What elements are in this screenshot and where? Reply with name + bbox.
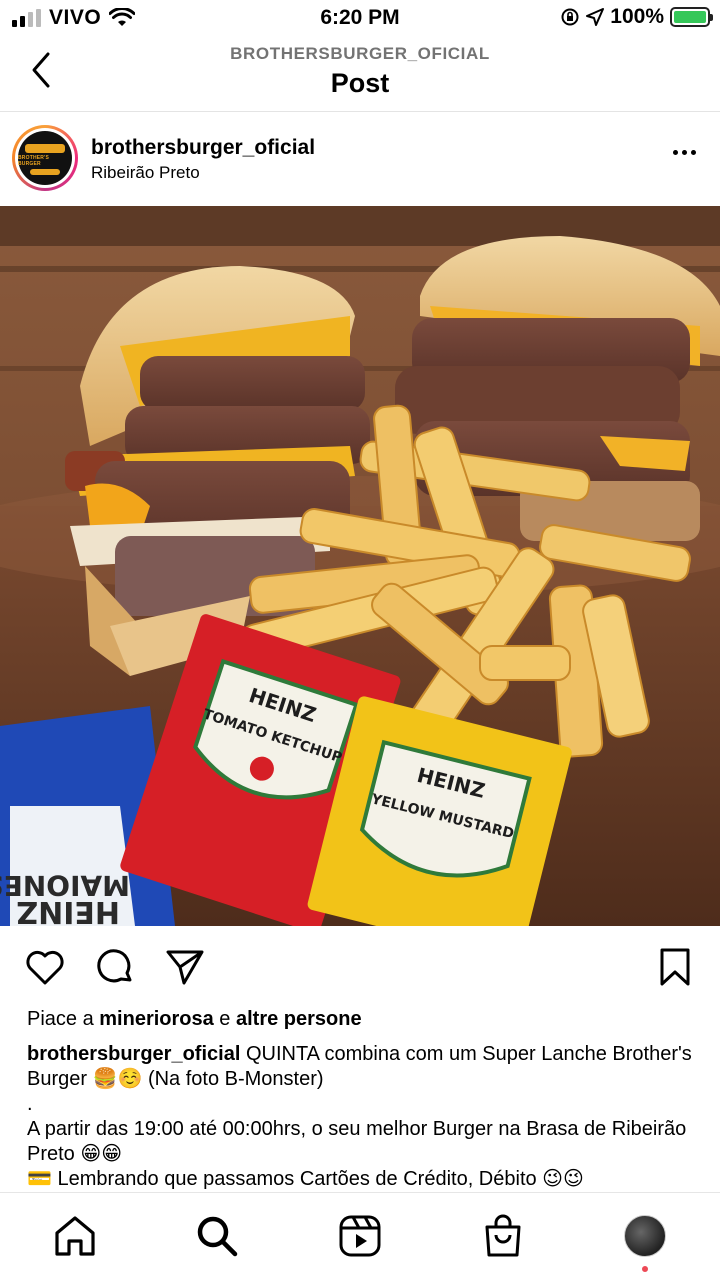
more-options-icon[interactable]: [673, 150, 696, 155]
post-caption: brothersburger_oficial QUINTA combina co…: [27, 1042, 699, 1192]
status-bar: VIVO 6:20 PM 100%: [0, 0, 720, 36]
post-header-bar: BROTHERSBURGER_OFICIAL Post: [0, 36, 720, 112]
caption-line-3: A partir das 19:00 até 00:00hrs, o seu m…: [27, 1118, 687, 1165]
caption-line-1: brothersburger_oficial QUINTA combina co…: [27, 1042, 699, 1092]
notification-dot: [642, 1266, 648, 1272]
share-send-icon[interactable]: [164, 946, 206, 988]
mayo-brand: HEINZ: [16, 894, 120, 926]
bottom-navigation: [0, 1192, 720, 1280]
comment-icon[interactable]: [94, 946, 136, 988]
caption-line-2: .: [27, 1093, 33, 1115]
likes-middle: e: [213, 1008, 236, 1030]
like-heart-icon[interactable]: [24, 946, 66, 988]
avatar[interactable]: BROTHER'S BURGER: [12, 125, 78, 191]
home-icon[interactable]: [52, 1213, 98, 1259]
caption-line-4: 💳 Lembrando que passamos Cartões de Créd…: [27, 1168, 584, 1190]
page-title: Post: [330, 68, 390, 98]
post-location[interactable]: Ribeirão Preto: [91, 163, 200, 183]
brand-logo: BROTHER'S BURGER: [18, 131, 72, 185]
header-account: BROTHERSBURGER_OFICIAL: [230, 44, 490, 63]
likes-user[interactable]: mineriorosa: [99, 1008, 213, 1030]
save-bookmark-icon[interactable]: [654, 946, 696, 988]
shop-icon[interactable]: [480, 1213, 526, 1259]
post-photo[interactable]: MAIONESE HEINZ HEINZ TOMATO KETCHUP HEIN…: [0, 206, 720, 926]
post-username[interactable]: brothersburger_oficial: [91, 136, 315, 160]
likes-summary[interactable]: Piace a mineriorosa e altre persone: [27, 1008, 362, 1031]
screen-lock-icon: [561, 8, 579, 26]
location-icon: [586, 8, 605, 26]
likes-prefix: Piace a: [27, 1008, 100, 1030]
post-author-row: BROTHER'S BURGER brothersburger_oficial …: [0, 112, 720, 206]
profile-avatar[interactable]: [624, 1215, 666, 1257]
caption-username[interactable]: brothersburger_oficial: [27, 1043, 240, 1065]
likes-others[interactable]: altre persone: [236, 1008, 362, 1030]
battery-charging-icon: [670, 7, 713, 27]
battery-percent: 100%: [610, 5, 664, 28]
reels-icon[interactable]: [337, 1213, 383, 1259]
search-icon[interactable]: [194, 1213, 240, 1259]
food-photo-illustration: MAIONESE HEINZ HEINZ TOMATO KETCHUP HEIN…: [0, 206, 720, 926]
post-actions: [0, 942, 720, 992]
